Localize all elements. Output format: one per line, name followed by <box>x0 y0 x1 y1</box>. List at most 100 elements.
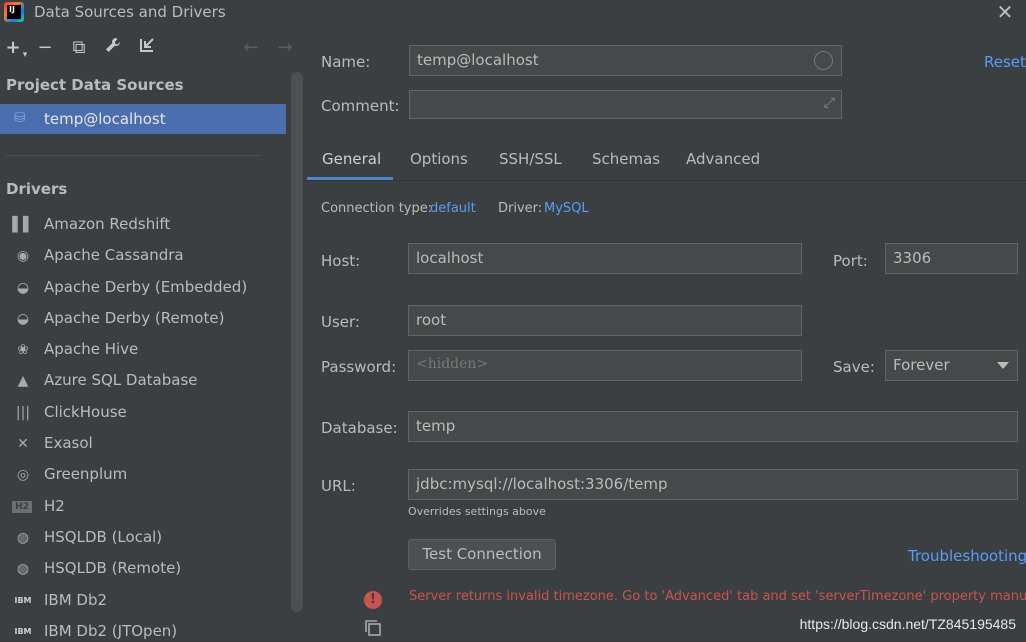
color-circle-icon[interactable] <box>814 51 833 70</box>
sidebar-scrollbar[interactable] <box>291 72 303 612</box>
user-input[interactable]: root <box>408 305 802 336</box>
project-data-sources-heading: Project Data Sources <box>6 76 184 94</box>
watermark-text: https://blog.csdn.net/TZ845195485 <box>799 616 1016 632</box>
driver-field-label: Driver: <box>498 201 543 216</box>
import-icon[interactable] <box>136 36 158 60</box>
sidebar-toolbar: + ▾ − ⧉ ← → <box>0 34 305 64</box>
hsqldb-icon: ◍ <box>16 529 30 546</box>
database-label: Database: <box>321 419 398 437</box>
tab-ssh-ssl[interactable]: SSH/SSL <box>499 150 562 168</box>
driver-item-apache-derby-remote[interactable]: ◒ Apache Derby (Remote) <box>0 304 290 335</box>
driver-label: Exasol <box>44 434 93 453</box>
expand-icon[interactable]: ⤢ <box>824 95 835 111</box>
save-select[interactable]: Forever <box>885 350 1018 381</box>
forward-arrow-icon[interactable]: → <box>274 36 296 60</box>
tab-bar: General Options SSH/SSL Schemas Advanced <box>305 144 1026 181</box>
sidebar-divider <box>6 155 262 156</box>
save-value: Forever <box>893 356 950 374</box>
window-title: Data Sources and Drivers <box>34 3 226 21</box>
driver-link[interactable]: MySQL <box>544 201 589 216</box>
driver-item-hsqldb-local[interactable]: ◍ HSQLDB (Local) <box>0 523 290 554</box>
name-label: Name: <box>321 53 371 71</box>
driver-label: Apache Derby (Remote) <box>44 308 225 327</box>
name-value: temp@localhost <box>417 51 539 69</box>
right-panel: Name: temp@localhost Reset Comment: ⤢ Ge… <box>305 26 1026 642</box>
data-source-label: temp@localhost <box>44 110 166 128</box>
wrench-icon[interactable] <box>102 36 124 60</box>
driver-label: Greenplum <box>44 465 128 484</box>
url-hint: Overrides settings above <box>408 505 546 518</box>
driver-item-apache-cassandra[interactable]: ◉ Apache Cassandra <box>0 241 290 272</box>
reset-link[interactable]: Reset <box>984 53 1026 71</box>
intellij-logo-icon: IJ <box>4 2 24 22</box>
port-label: Port: <box>833 252 868 270</box>
driver-label: HSQLDB (Local) <box>44 527 163 546</box>
tabs-separator <box>305 180 1026 181</box>
driver-label: Apache Derby (Embedded) <box>44 277 248 296</box>
driver-item-exasol[interactable]: ✕ Exasol <box>0 429 290 460</box>
driver-item-apache-derby-embedded[interactable]: ◒ Apache Derby (Embedded) <box>0 273 290 304</box>
error-icon: ! <box>364 591 382 609</box>
driver-label: IBM Db2 <box>44 590 108 609</box>
driver-item-ibm-db2-jtopen[interactable]: IBM IBM Db2 (JTOpen) <box>0 617 290 642</box>
password-label: Password: <box>321 358 397 376</box>
remove-icon[interactable]: − <box>34 36 56 60</box>
url-input[interactable]: jdbc:mysql://localhost:3306/temp <box>408 469 1018 500</box>
driver-label: ClickHouse <box>44 402 127 421</box>
user-label: User: <box>321 313 360 331</box>
hive-icon: ❀ <box>17 342 29 359</box>
driver-item-hsqldb-remote[interactable]: ◍ HSQLDB (Remote) <box>0 554 290 585</box>
hsqldb-icon: ◍ <box>16 561 30 578</box>
connection-type-label: Connection type: <box>321 201 433 216</box>
tab-schemas[interactable]: Schemas <box>592 150 660 168</box>
password-input[interactable]: <hidden> <box>408 350 802 381</box>
clickhouse-icon: ||| <box>15 404 31 421</box>
driver-label: IBM Db2 (JTOpen) <box>44 621 178 640</box>
data-source-item-temp-localhost[interactable]: ⛁ temp@localhost <box>0 104 286 134</box>
driver-label: Apache Cassandra <box>44 246 184 265</box>
tab-general[interactable]: General <box>322 150 381 168</box>
error-message: Server returns invalid timezone. Go to '… <box>409 589 1026 604</box>
left-panel: + ▾ − ⧉ ← → Project Data Sources ⛁ temp@… <box>0 26 305 642</box>
title-bar: IJ Data Sources and Drivers ✕ <box>0 0 1026 26</box>
exasol-icon: ✕ <box>17 436 29 453</box>
tab-advanced[interactable]: Advanced <box>686 150 760 168</box>
driver-label: H2 <box>44 496 65 515</box>
troubleshooting-link[interactable]: Troubleshooting <box>908 547 1026 565</box>
comment-input[interactable]: ⤢ <box>409 90 842 119</box>
redshift-icon: ▌▌ <box>12 217 34 233</box>
database-input[interactable]: temp <box>408 411 1018 442</box>
driver-item-h2[interactable]: H2 H2 <box>0 492 290 523</box>
port-input[interactable]: 3306 <box>885 243 1018 274</box>
cassandra-icon: ◉ <box>16 248 30 265</box>
azure-icon: ▲ <box>17 373 29 390</box>
add-dropdown-icon[interactable]: ▾ <box>14 43 36 67</box>
driver-label: Apache Hive <box>44 340 139 359</box>
driver-label: Azure SQL Database <box>44 371 198 390</box>
tab-options[interactable]: Options <box>410 150 468 168</box>
drivers-list: ▌▌ Amazon Redshift ◉ Apache Cassandra ◒ … <box>0 210 290 642</box>
ibm-db2-icon: IBM <box>14 626 32 636</box>
test-connection-button[interactable]: Test Connection <box>408 539 556 570</box>
driver-item-azure-sql-database[interactable]: ▲ Azure SQL Database <box>0 366 290 397</box>
data-source-icon: ⛁ <box>14 110 26 126</box>
url-label: URL: <box>321 477 356 495</box>
driver-item-ibm-db2[interactable]: IBM IBM Db2 <box>0 586 290 617</box>
close-button[interactable]: ✕ <box>994 0 1016 24</box>
driver-item-clickhouse[interactable]: ||| ClickHouse <box>0 398 290 429</box>
name-input[interactable]: temp@localhost <box>409 45 842 76</box>
connection-type-link[interactable]: default <box>430 201 476 216</box>
back-arrow-icon[interactable]: ← <box>240 36 262 60</box>
host-input[interactable]: localhost <box>408 243 802 274</box>
drivers-heading: Drivers <box>6 180 68 198</box>
dropdown-arrow-icon <box>997 362 1009 369</box>
driver-label: Amazon Redshift <box>44 215 171 233</box>
save-label: Save: <box>833 358 875 376</box>
duplicate-icon[interactable]: ⧉ <box>68 36 90 60</box>
ibm-db2-icon: IBM <box>14 595 32 605</box>
driver-item-greenplum[interactable]: ◎ Greenplum <box>0 460 290 491</box>
driver-item-apache-hive[interactable]: ❀ Apache Hive <box>0 335 290 366</box>
driver-item-amazon-redshift[interactable]: ▌▌ Amazon Redshift <box>0 210 290 241</box>
copy-icon[interactable] <box>364 619 382 637</box>
comment-label: Comment: <box>321 97 400 115</box>
